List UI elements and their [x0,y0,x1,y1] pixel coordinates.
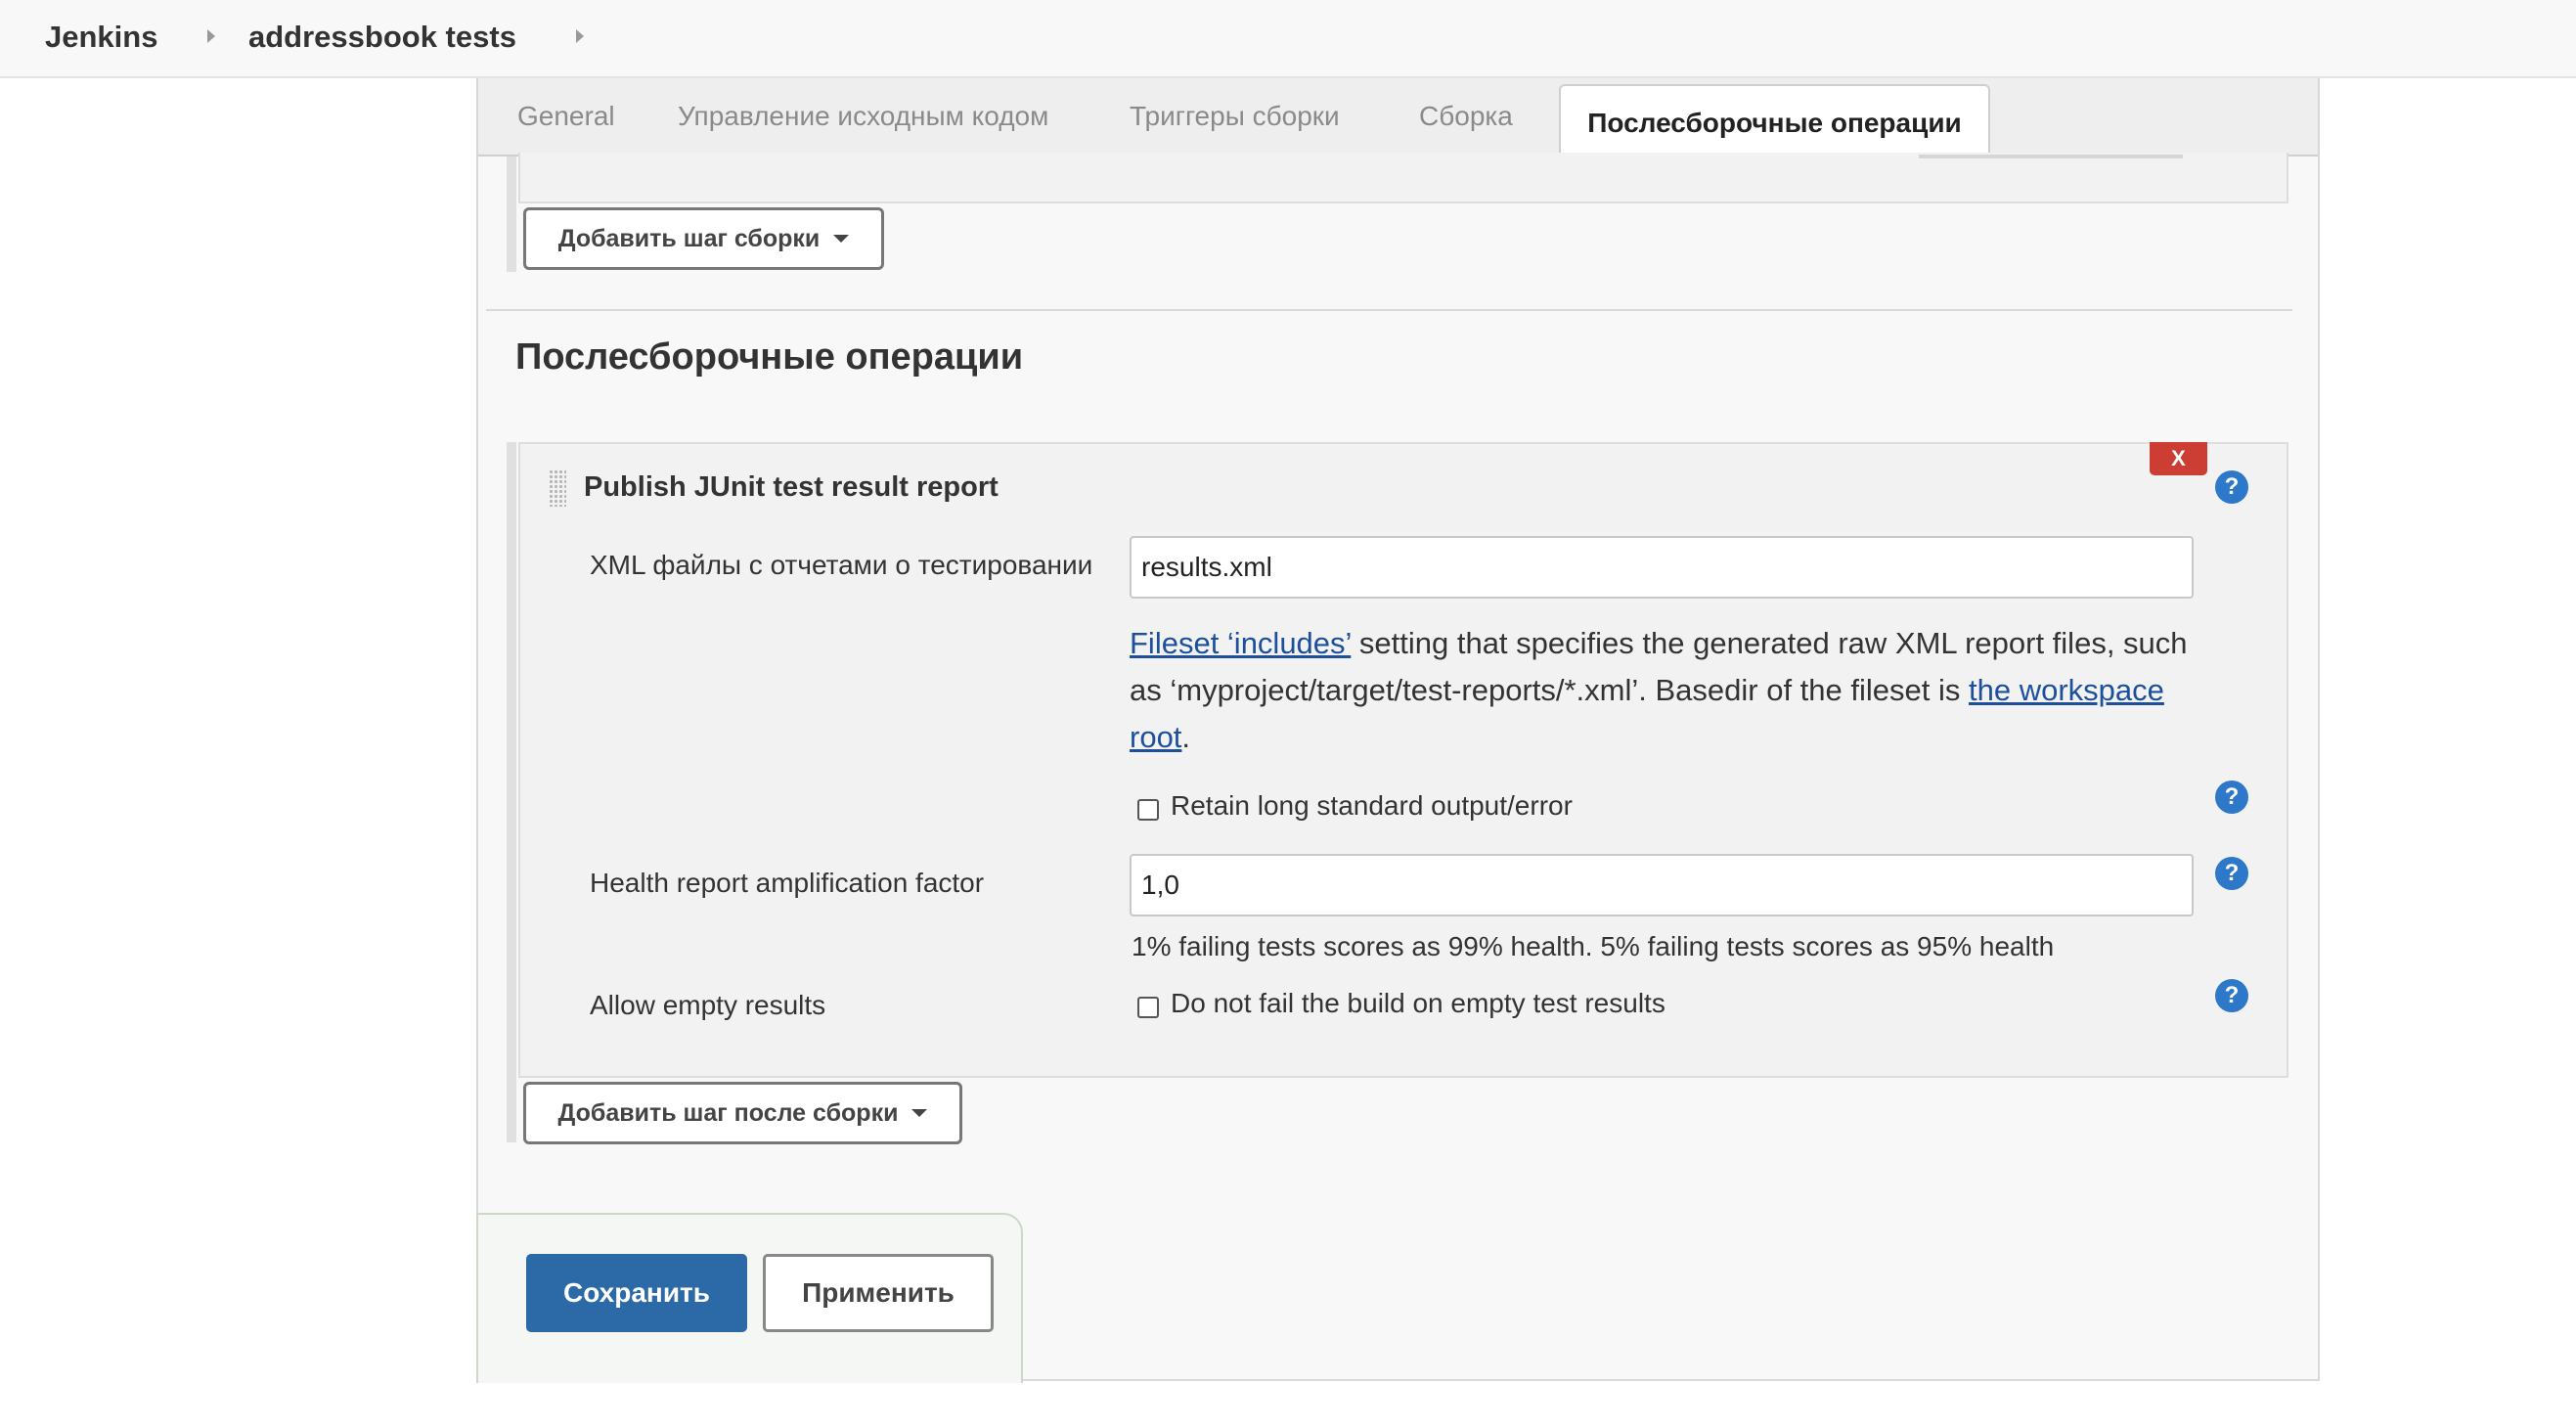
help-icon[interactable]: ? [2215,470,2248,504]
scroll-edge [1919,155,2183,158]
tab-source-code[interactable]: Управление исходным кодом [678,100,1048,133]
allow-empty-label: Allow empty results [590,990,826,1020]
xml-files-label: XML файлы с отчетами о тестировании [590,550,1093,580]
breadcrumb-item-jenkins[interactable]: Jenkins [45,20,157,55]
xml-files-input[interactable] [1130,536,2194,599]
breadcrumb-separator-icon[interactable] [576,29,584,43]
health-factor-input[interactable] [1130,854,2194,916]
breadcrumb-item-job[interactable]: addressbook tests [248,20,516,55]
apply-button[interactable]: Применить [763,1254,994,1332]
retain-output-label: Retain long standard output/error [1171,790,1573,821]
post-build-step-bar [507,442,516,1142]
tab-build[interactable]: Сборка [1419,100,1513,133]
section-title: Послесборочные операции [515,336,1024,378]
breadcrumb: Jenkins addressbook tests [0,0,2576,78]
section-divider [486,309,2292,311]
tab-build-triggers[interactable]: Триггеры сборки [1130,100,1340,133]
allow-empty-row: Do not fail the build on empty test resu… [1137,988,1666,1019]
add-post-build-step-button[interactable]: Добавить шаг после сборки [523,1082,962,1144]
allow-empty-checkbox-label: Do not fail the build on empty test resu… [1171,988,1666,1018]
build-step-box [518,153,2288,203]
add-build-step-button[interactable]: Добавить шаг сборки [523,207,884,270]
tab-strip: General Управление исходным кодом Тригге… [478,78,2318,156]
tab-post-build[interactable]: Послесборочные операции [1559,84,1990,158]
save-button[interactable]: Сохранить [526,1254,747,1332]
health-factor-note: 1% failing tests scores as 99% health. 5… [1132,931,2055,961]
help-icon[interactable]: ? [2215,979,2248,1012]
add-build-step-label: Добавить шаг сборки [557,224,821,252]
chevron-down-icon [911,1109,928,1117]
drag-handle-icon[interactable] [549,469,566,507]
delete-step-button[interactable]: X [2150,442,2207,475]
help-icon[interactable]: ? [2215,857,2248,890]
breadcrumb-separator-icon [207,29,215,43]
retain-output-row: Retain long standard output/error [1137,790,1573,822]
chevron-down-icon [833,235,850,243]
xml-files-help-text: Fileset ‘includes’ setting that specifie… [1130,620,2215,761]
build-step-bar [507,156,516,272]
health-factor-label: Health report amplification factor [590,868,985,898]
allow-empty-checkbox[interactable] [1137,997,1159,1018]
add-post-build-step-label: Добавить шаг после сборки [557,1098,899,1127]
help-text-end: . [1181,720,1191,754]
tab-general[interactable]: General [517,100,615,133]
retain-output-checkbox[interactable] [1137,799,1159,821]
help-icon[interactable]: ? [2215,781,2248,814]
step-title: Publish JUnit test result report [584,471,999,503]
fileset-includes-link[interactable]: Fileset ‘includes’ [1130,626,1351,660]
